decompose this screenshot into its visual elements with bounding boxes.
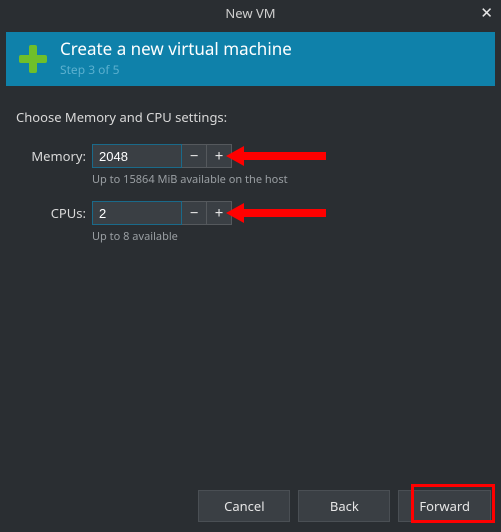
memory-hint: Up to 15864 MiB available on the host: [92, 172, 485, 187]
close-icon[interactable]: ✕: [480, 3, 493, 23]
cpus-decrement-button[interactable]: −: [182, 201, 207, 225]
wizard-header: Create a new virtual machine Step 3 of 5: [6, 32, 495, 86]
cpus-increment-button[interactable]: +: [207, 201, 232, 225]
memory-input[interactable]: [92, 144, 182, 168]
cpus-label: CPUs:: [16, 204, 92, 222]
back-button[interactable]: Back: [298, 490, 390, 522]
memory-row: Memory: − +: [16, 144, 485, 168]
instruction-text: Choose Memory and CPU settings:: [16, 108, 485, 126]
annotation-arrow: [226, 203, 326, 223]
titlebar: New VM ✕: [0, 0, 501, 26]
cpus-row: CPUs: − +: [16, 201, 485, 225]
footer-buttons: Cancel Back Forward: [198, 490, 491, 522]
plus-icon: [16, 42, 50, 76]
wizard-step: Step 3 of 5: [60, 61, 292, 78]
memory-increment-button[interactable]: +: [207, 144, 232, 168]
window-title: New VM: [225, 4, 275, 22]
wizard-title: Create a new virtual machine: [60, 40, 292, 59]
cpus-hint: Up to 8 available: [92, 229, 485, 244]
cpus-input[interactable]: [92, 201, 182, 225]
memory-label: Memory:: [16, 147, 92, 165]
cpus-spinbox: − +: [92, 201, 232, 225]
memory-spinbox: − +: [92, 144, 232, 168]
memory-decrement-button[interactable]: −: [182, 144, 207, 168]
content-area: Choose Memory and CPU settings: Memory: …: [0, 86, 501, 244]
annotation-arrow: [226, 146, 326, 166]
forward-button[interactable]: Forward: [398, 490, 491, 522]
cancel-button[interactable]: Cancel: [198, 490, 290, 522]
